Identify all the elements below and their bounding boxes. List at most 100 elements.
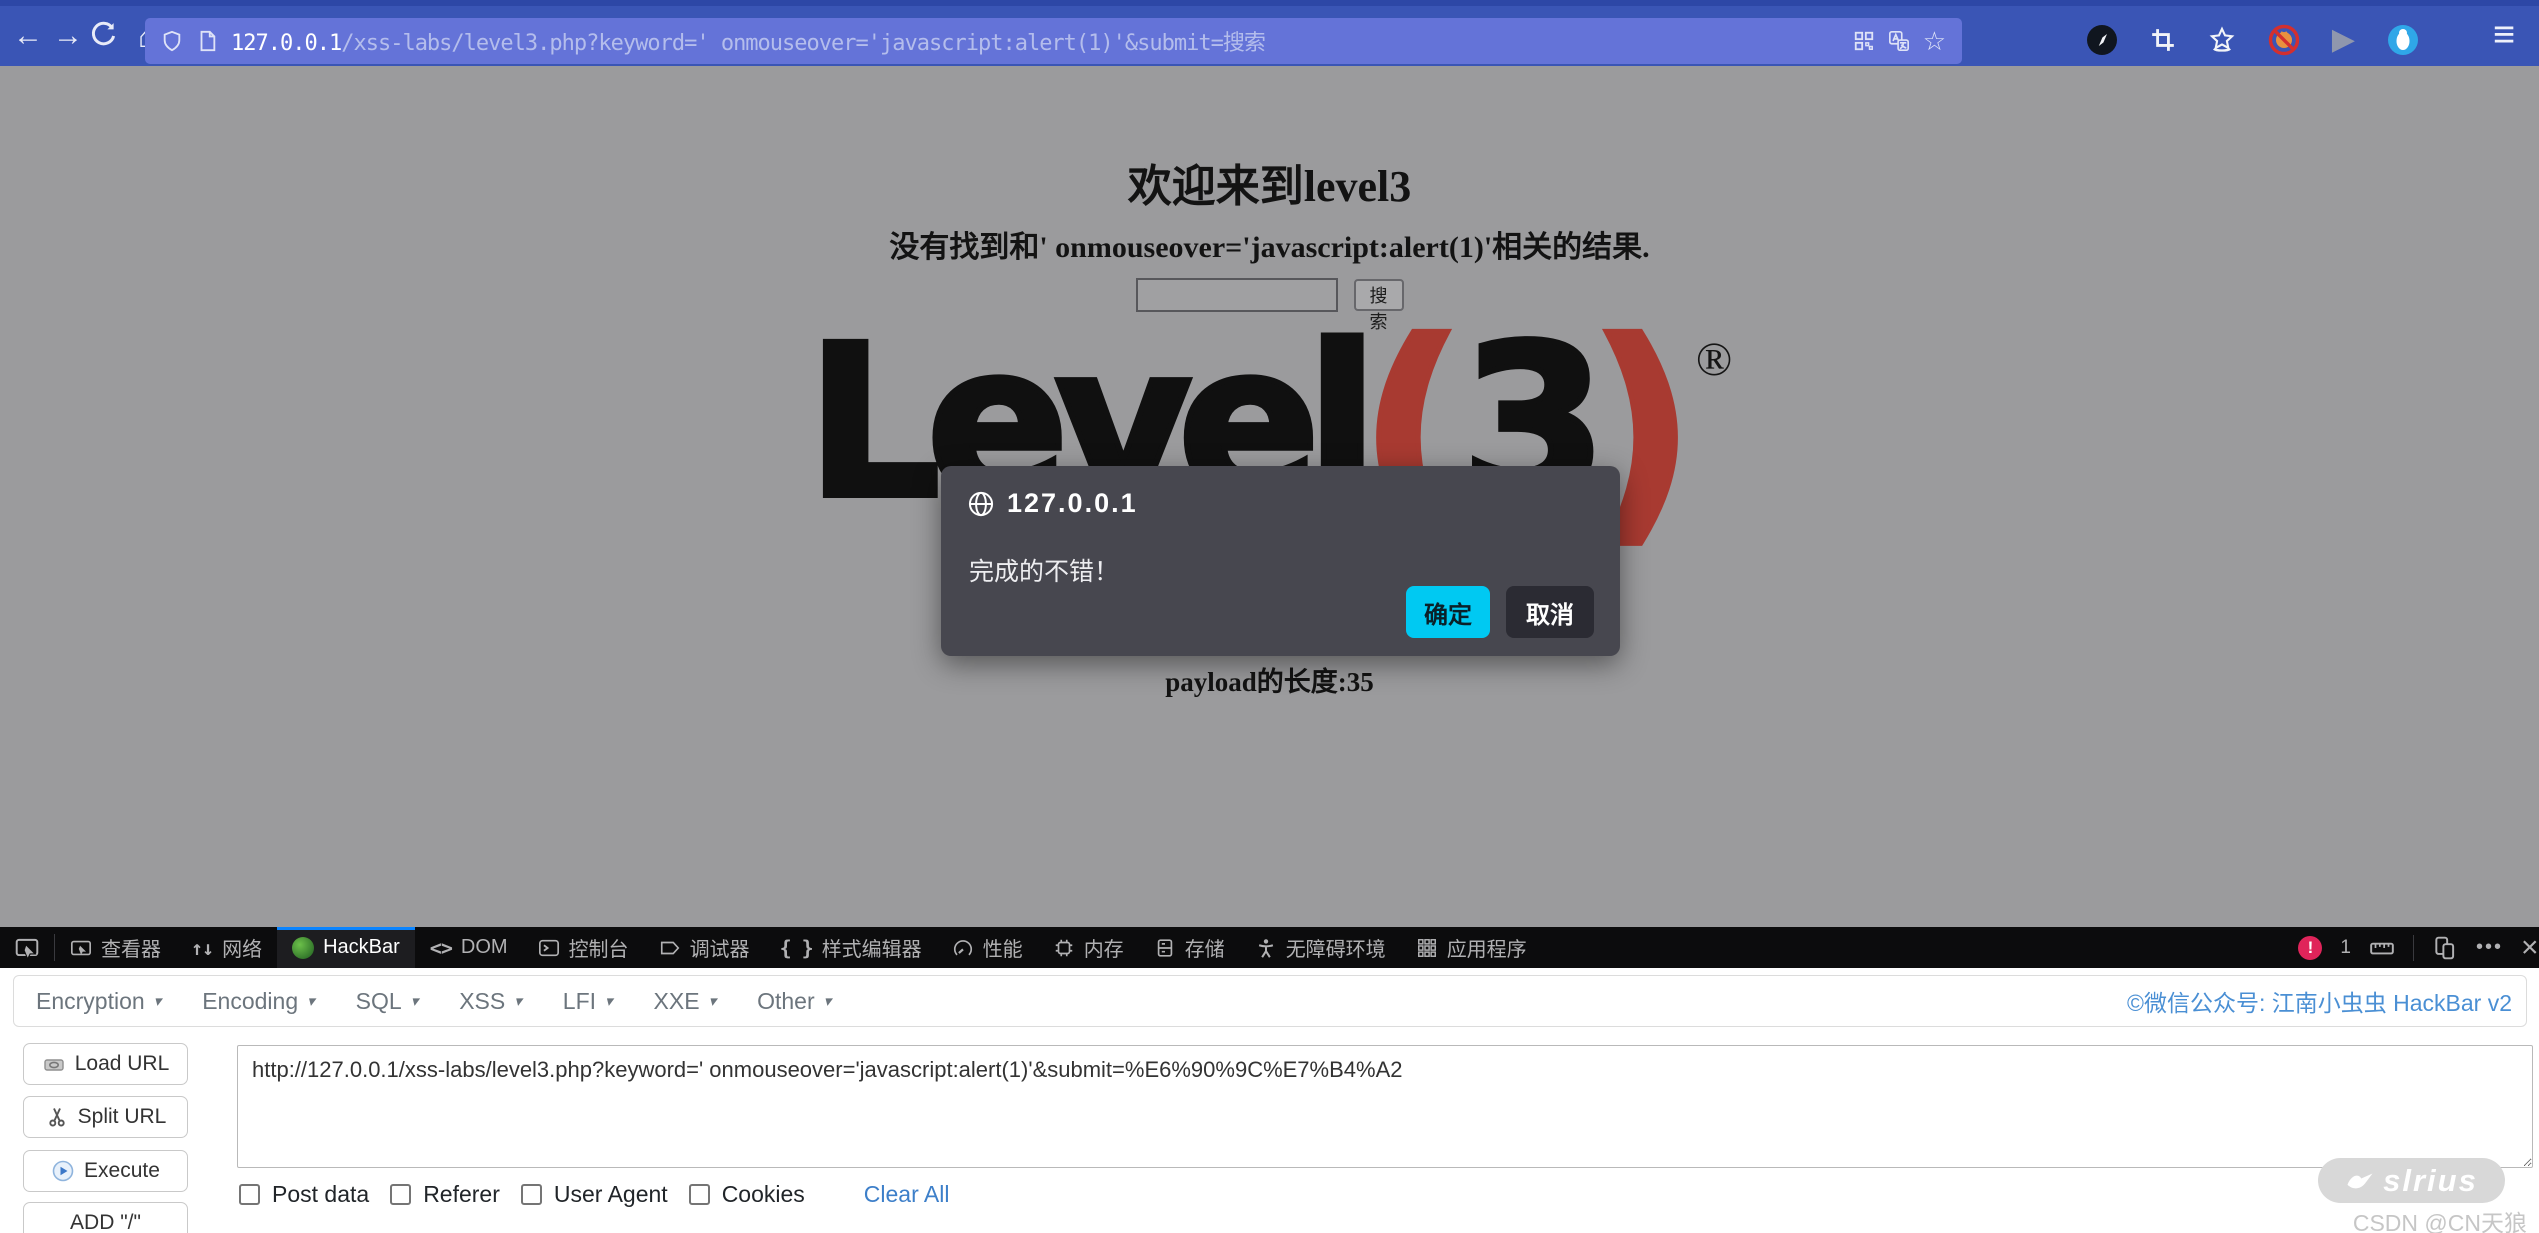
error-count-badge[interactable]: !: [2298, 936, 2322, 960]
devtools-tab-storage[interactable]: 存储: [1139, 927, 1240, 968]
url-text[interactable]: 127.0.0.1/xss-labs/level3.php?keyword=' …: [231, 25, 1265, 57]
url-bar[interactable]: 127.0.0.1/xss-labs/level3.php?keyword=' …: [145, 18, 1962, 64]
devtools-tab-performance[interactable]: 性能: [937, 927, 1038, 968]
qr-code-icon[interactable]: [1853, 30, 1875, 52]
checkbox-label: Post data: [272, 1181, 369, 1208]
devtools-tab-style-editor[interactable]: { } 样式编辑器: [765, 927, 937, 968]
add-slash-button[interactable]: ADD "/": [23, 1202, 188, 1233]
devtools-separator: [2413, 935, 2414, 961]
menu-xxe[interactable]: XXE▾: [654, 988, 717, 1015]
menu-hamburger-icon[interactable]: ≡: [2493, 14, 2515, 57]
menu-encoding[interactable]: Encoding▾: [202, 988, 314, 1015]
browser-toolbar: ← → ⌂ 127.0.0.1/xss-labs/level3.php?keyw…: [0, 0, 2539, 66]
checkbox-icon[interactable]: [689, 1184, 710, 1205]
devtools-tab-network[interactable]: ↑↓ 网络: [176, 927, 277, 968]
translate-icon[interactable]: [1888, 30, 1910, 52]
split-url-button[interactable]: Split URL: [23, 1096, 188, 1138]
checkbox-label: Cookies: [722, 1181, 805, 1208]
search-result-text: 没有找到和' onmouseover='javascript:alert(1)'…: [0, 222, 2539, 266]
accessibility-icon: [1255, 937, 1277, 959]
shield-icon[interactable]: [161, 30, 183, 52]
inspector-icon: [70, 937, 92, 959]
forward-button[interactable]: →: [48, 20, 88, 52]
checkbox-post-data[interactable]: Post data: [239, 1181, 369, 1208]
bookmark-star-icon[interactable]: ☆: [1923, 26, 1946, 57]
menu-label: Encryption: [36, 988, 145, 1015]
refresh-button[interactable]: [88, 20, 128, 50]
tab-label: 控制台: [569, 933, 629, 962]
devtools-tab-inspector[interactable]: 查看器: [55, 927, 176, 968]
checkbox-icon[interactable]: [239, 1184, 260, 1205]
checkbox-cookies[interactable]: Cookies: [689, 1181, 805, 1208]
chevron-down-icon: ▾: [411, 992, 419, 1010]
dialog-ok-button[interactable]: 确定: [1406, 586, 1490, 638]
error-count: 1: [2340, 937, 2351, 959]
hackbar-menu-bar: Encryption ▾ Encoding▾ SQL ▾ XSS▾ LFI ▾ XXE…: [13, 975, 2527, 1027]
chevron-down-icon: ▾: [307, 992, 315, 1010]
devtools-tab-dom[interactable]: <> DOM: [415, 927, 523, 968]
menu-sql[interactable]: SQL ▾: [356, 988, 419, 1015]
checkbox-user-agent[interactable]: User Agent: [521, 1181, 668, 1208]
tab-label: 存储: [1185, 933, 1225, 962]
responsive-mode-icon[interactable]: [2432, 935, 2458, 961]
execute-button[interactable]: Execute: [23, 1150, 188, 1192]
extension-compass-icon[interactable]: [2086, 24, 2118, 56]
menu-label: XXE: [654, 988, 700, 1015]
url-textarea[interactable]: http://127.0.0.1/xss-labs/level3.php?key…: [237, 1045, 2533, 1168]
devtools-right-controls: ! 1 ••• ×: [2298, 927, 2539, 968]
chevron-down-icon: ▾: [154, 992, 162, 1010]
tab-label: HackBar: [323, 936, 400, 959]
load-url-button[interactable]: Load URL: [23, 1043, 188, 1085]
menu-xss[interactable]: XSS▾: [459, 988, 522, 1015]
page-info-icon[interactable]: [196, 30, 218, 52]
menu-label: SQL: [356, 988, 402, 1015]
devtools-tab-hackbar[interactable]: HackBar: [277, 927, 415, 968]
extension-crop-icon[interactable]: [2150, 27, 2176, 53]
devtools-menu-icon[interactable]: •••: [2476, 936, 2503, 959]
menu-lfi[interactable]: LFI ▾: [563, 988, 613, 1015]
hackbar-icon: [292, 937, 314, 959]
menu-encryption[interactable]: Encryption ▾: [36, 988, 161, 1015]
load-url-icon: [42, 1052, 66, 1076]
back-button[interactable]: ←: [8, 20, 48, 52]
watermark-logo-text: slrius: [2383, 1163, 2478, 1199]
extension-penguin-icon[interactable]: [2387, 24, 2419, 56]
extensions-area: ▶: [2086, 16, 2419, 64]
braces-icon: { }: [780, 936, 813, 960]
devtools-tab-memory[interactable]: 内存: [1038, 927, 1139, 968]
ruler-icon[interactable]: [2369, 935, 2395, 961]
devtools-tab-console[interactable]: 控制台: [523, 927, 644, 968]
extension-fox-blocked-icon[interactable]: [2268, 24, 2300, 56]
menu-other[interactable]: Other▾: [757, 988, 831, 1015]
dialog-cancel-button[interactable]: 取消: [1506, 586, 1594, 638]
tab-label: 样式编辑器: [822, 933, 922, 962]
menu-label: LFI: [563, 988, 596, 1015]
button-label: Load URL: [75, 1052, 170, 1076]
button-label: ADD "/": [70, 1211, 141, 1233]
storage-icon: [1154, 937, 1176, 959]
devtools-tab-application[interactable]: 应用程序: [1401, 927, 1542, 968]
clear-all-link[interactable]: Clear All: [864, 1181, 950, 1208]
tab-label: 应用程序: [1447, 933, 1527, 962]
element-picker-icon[interactable]: [0, 927, 54, 968]
application-icon: [1416, 937, 1438, 959]
tab-label: DOM: [461, 936, 508, 959]
watermark-logo: slrius: [2318, 1158, 2505, 1203]
checkbox-referer[interactable]: Referer: [390, 1181, 500, 1208]
devtools-tab-debugger[interactable]: 调试器: [644, 927, 765, 968]
extension-play-icon[interactable]: ▶: [2332, 25, 2355, 55]
devtools-close-icon[interactable]: ×: [2521, 931, 2539, 965]
devtools-tab-accessibility[interactable]: 无障碍环境: [1240, 927, 1401, 968]
tab-label: 查看器: [101, 933, 161, 962]
checkbox-icon[interactable]: [390, 1184, 411, 1205]
checkbox-icon[interactable]: [521, 1184, 542, 1205]
chevron-down-icon: ▾: [605, 992, 613, 1010]
dialog-title-row: 127.0.0.1: [967, 488, 1138, 519]
screen: ← → ⌂ 127.0.0.1/xss-labs/level3.php?keyw…: [0, 0, 2539, 1233]
hackbar-panel: Encryption ▾ Encoding▾ SQL ▾ XSS▾ LFI ▾ XXE…: [0, 968, 2539, 1233]
devtools-tab-bar: 查看器 ↑↓ 网络 HackBar <> DOM 控制台 调试器 { } 样式编…: [0, 927, 2539, 968]
extension-star-add-icon[interactable]: [2208, 26, 2236, 54]
payload-length-text: payload的长度:35: [0, 660, 2539, 699]
button-label: Split URL: [78, 1105, 167, 1129]
alert-dialog: 127.0.0.1 完成的不错！ 确定 取消: [941, 466, 1620, 656]
